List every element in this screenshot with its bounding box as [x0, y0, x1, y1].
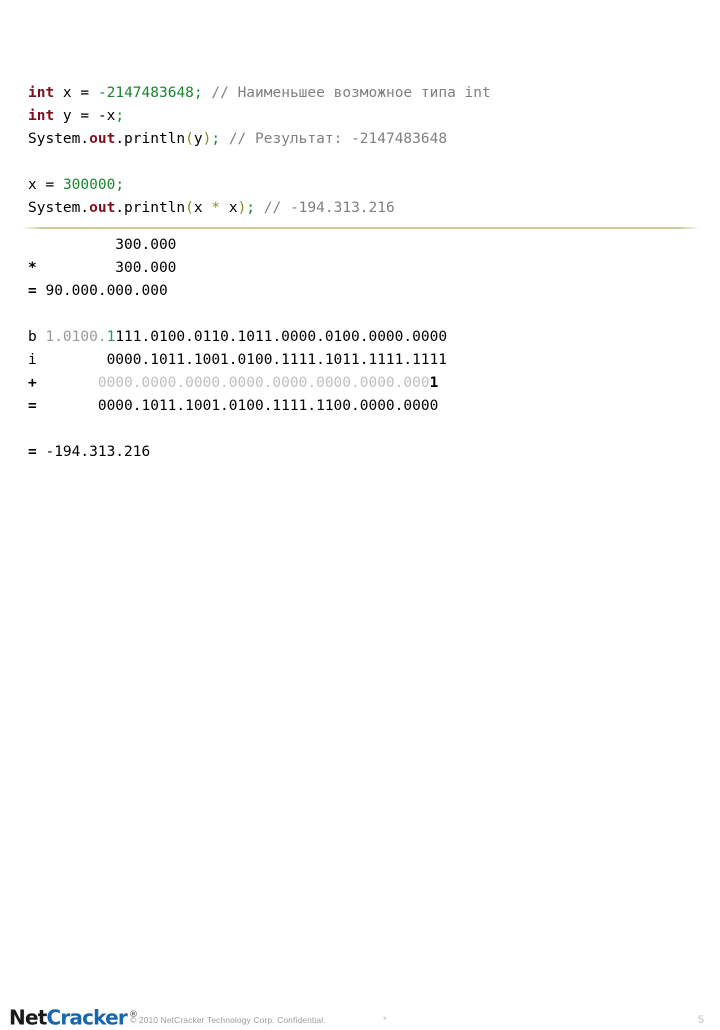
text-segment: // Наименьшее возможное типа int — [211, 85, 491, 101]
text-segment: x — [54, 85, 81, 101]
text-segment: 111.0100.0110.1011.0000.0100.0000.0000 — [115, 329, 448, 345]
text-segment: .println — [115, 131, 186, 147]
netcracker-logo: NetCracker ® — [9, 1004, 138, 1030]
text-segment: = — [28, 283, 37, 299]
text-segment: = — [28, 398, 37, 414]
text-segment: i — [28, 352, 37, 368]
calc-operand-1: 300.000 — [28, 234, 447, 257]
text-segment: 300.000 — [28, 237, 177, 253]
text-segment: out — [89, 131, 116, 147]
binary-i: i 0000.1011.1001.0100.1111.1011.1111.111… — [28, 349, 447, 372]
binary-plus: + 0000.0000.0000.0000.0000.0000.0000.000… — [28, 372, 447, 395]
text-segment: = — [28, 444, 37, 460]
calc-blank-1 — [28, 303, 447, 326]
text-segment: 300000 — [62, 177, 116, 193]
calc-blank-2 — [28, 418, 447, 441]
section-divider — [22, 227, 700, 229]
text-segment: System. — [28, 200, 90, 216]
binary-sum: = 0000.1011.1001.0100.1111.1100.0000.000… — [28, 395, 447, 418]
line1: int x = -2147483648; // Наименьшее возмо… — [28, 82, 491, 105]
footer-asterisk: * — [383, 1015, 387, 1025]
text-segment: 0000.1011.1001.0100.1111.1011.1111.1111 — [36, 352, 448, 368]
text-segment: x — [28, 177, 46, 193]
text-segment: -2147483648 — [97, 85, 194, 101]
text-segment: .println — [115, 200, 186, 216]
text-segment: -194.313.216 — [36, 444, 151, 460]
binary-b: b 1.0100.1111.0100.0110.1011.0000.0100.0… — [28, 326, 447, 349]
text-segment: * — [28, 260, 37, 276]
text-segment: ; — [246, 200, 256, 216]
text-segment: ; — [115, 108, 125, 124]
line3: System.out.println(y); // Результат: -21… — [28, 128, 491, 151]
binary-arithmetic-block: 300.000 * 300.000 = 90.000.000.000 b 1.010… — [28, 234, 447, 464]
text-segment: 90.000.000.000 — [36, 283, 168, 299]
text-segment: * — [211, 200, 221, 216]
text-segment: ) — [237, 200, 247, 216]
calc-product: = 90.000.000.000 — [28, 280, 447, 303]
calc-operand-2: * 300.000 — [28, 257, 447, 280]
text-segment: 0000.0000.0000.0000.0000.0000.0000.000 — [36, 375, 430, 391]
text-segment: // -194.313.216 — [263, 200, 395, 216]
text-segment: 1.0100. — [36, 329, 107, 345]
calc-result: = -194.313.216 — [28, 441, 447, 464]
java-code-block: int x = -2147483648; // Наименьшее возмо… — [28, 82, 491, 220]
logo-text-net: Net — [9, 1005, 47, 1030]
logo-text-cracker: Cracker — [46, 1005, 127, 1030]
text-segment: System. — [28, 131, 90, 147]
text-segment: 1 — [106, 329, 116, 345]
text-segment: = -x — [80, 108, 116, 124]
text-segment: 1 — [429, 375, 439, 391]
blank1 — [28, 151, 491, 174]
text-segment: ( — [185, 200, 194, 216]
text-segment: int — [28, 85, 55, 101]
text-segment: int — [28, 108, 55, 124]
text-segment: = — [80, 85, 98, 101]
line4: x = 300000; — [28, 174, 491, 197]
text-segment: ; — [211, 131, 221, 147]
text-segment: ( — [185, 131, 194, 147]
text-segment: x — [193, 200, 212, 216]
text-segment: = — [45, 177, 63, 193]
text-segment: y — [193, 131, 203, 147]
text-segment: 0000.1011.1001.0100.1111.1100.0000.0000 — [36, 398, 439, 414]
slide-footer: NetCracker ® © 2010 NetCracker Technology… — [0, 496, 720, 1029]
text-segment: // Результат: -2147483648 — [228, 131, 448, 147]
text-segment: x — [220, 200, 238, 216]
text-segment: + — [28, 375, 37, 391]
line2: int y = -x; — [28, 105, 491, 128]
text-segment — [255, 200, 264, 216]
copyright-text: © 2010 NetCracker Technology Corp. Confi… — [130, 1015, 326, 1025]
text-segment: 300.000 — [36, 260, 177, 276]
page-number: 5 — [698, 1014, 705, 1026]
text-segment: y — [54, 108, 81, 124]
line5: System.out.println(x * x); // -194.313.2… — [28, 197, 491, 220]
slide-canvas: int x = -2147483648; // Наименьшее возмо… — [0, 0, 720, 1029]
text-segment: ; — [193, 85, 203, 101]
text-segment: out — [89, 200, 116, 216]
text-segment — [220, 131, 229, 147]
text-segment: b — [28, 329, 37, 345]
text-segment: ; — [115, 177, 125, 193]
